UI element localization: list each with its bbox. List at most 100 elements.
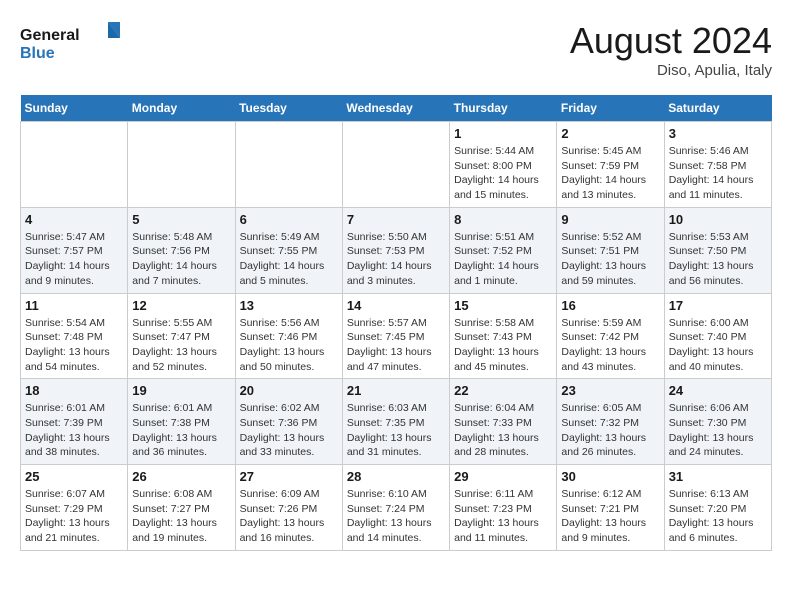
weekday-header-friday: Friday <box>557 95 664 122</box>
page-header: General Blue August 2024 Diso, Apulia, I… <box>20 20 772 79</box>
calendar-week-row: 18 Sunrise: 6:01 AMSunset: 7:39 PMDayligh… <box>21 379 772 465</box>
calendar-cell: 24 Sunrise: 6:06 AMSunset: 7:30 PMDayligh… <box>664 379 771 465</box>
weekday-header-monday: Monday <box>128 95 235 122</box>
day-info: Sunrise: 5:58 AMSunset: 7:43 PMDaylight:… <box>454 316 552 375</box>
day-number: 6 <box>240 212 338 227</box>
svg-text:Blue: Blue <box>20 45 55 62</box>
calendar-cell: 23 Sunrise: 6:05 AMSunset: 7:32 PMDayligh… <box>557 379 664 465</box>
day-info: Sunrise: 6:08 AMSunset: 7:27 PMDaylight:… <box>132 487 230 546</box>
day-number: 13 <box>240 298 338 313</box>
day-info: Sunrise: 6:01 AMSunset: 7:38 PMDaylight:… <box>132 401 230 460</box>
day-info: Sunrise: 6:13 AMSunset: 7:20 PMDaylight:… <box>669 487 767 546</box>
calendar-cell: 18 Sunrise: 6:01 AMSunset: 7:39 PMDayligh… <box>21 379 128 465</box>
calendar-cell: 10 Sunrise: 5:53 AMSunset: 7:50 PMDayligh… <box>664 207 771 293</box>
calendar-cell: 25 Sunrise: 6:07 AMSunset: 7:29 PMDayligh… <box>21 465 128 551</box>
day-number: 23 <box>561 383 659 398</box>
day-info: Sunrise: 6:00 AMSunset: 7:40 PMDaylight:… <box>669 316 767 375</box>
calendar-week-row: 4 Sunrise: 5:47 AMSunset: 7:57 PMDaylight… <box>21 207 772 293</box>
day-number: 9 <box>561 212 659 227</box>
day-number: 30 <box>561 469 659 484</box>
day-number: 19 <box>132 383 230 398</box>
day-info: Sunrise: 5:57 AMSunset: 7:45 PMDaylight:… <box>347 316 445 375</box>
weekday-header-tuesday: Tuesday <box>235 95 342 122</box>
day-info: Sunrise: 6:05 AMSunset: 7:32 PMDaylight:… <box>561 401 659 460</box>
day-number: 2 <box>561 126 659 141</box>
calendar-cell: 20Sunrise: 6:02 AMSunset: 7:36 PMDayligh… <box>235 379 342 465</box>
day-number: 3 <box>669 126 767 141</box>
calendar-cell: 28 Sunrise: 6:10 AMSunset: 7:24 PMDayligh… <box>342 465 449 551</box>
calendar-cell <box>128 122 235 208</box>
day-info: Sunrise: 5:53 AMSunset: 7:50 PMDaylight:… <box>669 230 767 289</box>
day-number: 1 <box>454 126 552 141</box>
day-number: 31 <box>669 469 767 484</box>
day-number: 16 <box>561 298 659 313</box>
day-number: 26 <box>132 469 230 484</box>
calendar-cell: 9 Sunrise: 5:52 AMSunset: 7:51 PMDaylight… <box>557 207 664 293</box>
calendar-cell: 3 Sunrise: 5:46 AMSunset: 7:58 PMDaylight… <box>664 122 771 208</box>
calendar-cell <box>342 122 449 208</box>
calendar-cell: 27Sunrise: 6:09 AMSunset: 7:26 PMDayligh… <box>235 465 342 551</box>
day-info: Sunrise: 6:06 AMSunset: 7:30 PMDaylight:… <box>669 401 767 460</box>
day-info: Sunrise: 5:46 AMSunset: 7:58 PMDaylight:… <box>669 144 767 203</box>
day-info: Sunrise: 6:11 AMSunset: 7:23 PMDaylight:… <box>454 487 552 546</box>
day-number: 10 <box>669 212 767 227</box>
day-info: Sunrise: 6:04 AMSunset: 7:33 PMDaylight:… <box>454 401 552 460</box>
day-info: Sunrise: 6:07 AMSunset: 7:29 PMDaylight:… <box>25 487 123 546</box>
day-number: 12 <box>132 298 230 313</box>
day-number: 29 <box>454 469 552 484</box>
logo: General Blue <box>20 20 120 70</box>
weekday-header-saturday: Saturday <box>664 95 771 122</box>
day-number: 15 <box>454 298 552 313</box>
weekday-header-row: SundayMondayTuesdayWednesdayThursdayFrid… <box>21 95 772 122</box>
day-info: Sunrise: 5:56 AMSunset: 7:46 PMDaylight:… <box>240 316 338 375</box>
month-year-title: August 2024 <box>570 20 772 62</box>
day-number: 25 <box>25 469 123 484</box>
day-info: Sunrise: 6:12 AMSunset: 7:21 PMDaylight:… <box>561 487 659 546</box>
weekday-header-thursday: Thursday <box>450 95 557 122</box>
day-info: Sunrise: 6:10 AMSunset: 7:24 PMDaylight:… <box>347 487 445 546</box>
calendar-cell <box>21 122 128 208</box>
calendar-cell: 19 Sunrise: 6:01 AMSunset: 7:38 PMDayligh… <box>128 379 235 465</box>
calendar-cell: 6 Sunrise: 5:49 AMSunset: 7:55 PMDaylight… <box>235 207 342 293</box>
calendar-cell: 22 Sunrise: 6:04 AMSunset: 7:33 PMDayligh… <box>450 379 557 465</box>
day-number: 24 <box>669 383 767 398</box>
location-subtitle: Diso, Apulia, Italy <box>570 62 772 79</box>
day-info: Sunrise: 6:01 AMSunset: 7:39 PMDaylight:… <box>25 401 123 460</box>
calendar-cell: 17 Sunrise: 6:00 AMSunset: 7:40 PMDayligh… <box>664 293 771 379</box>
calendar-cell: 16 Sunrise: 5:59 AMSunset: 7:42 PMDayligh… <box>557 293 664 379</box>
calendar-cell: 26 Sunrise: 6:08 AMSunset: 7:27 PMDayligh… <box>128 465 235 551</box>
calendar-cell: 15 Sunrise: 5:58 AMSunset: 7:43 PMDayligh… <box>450 293 557 379</box>
day-number: 28 <box>347 469 445 484</box>
day-info: Sunrise: 5:44 AMSunset: 8:00 PMDaylight:… <box>454 144 552 203</box>
calendar-cell: 14 Sunrise: 5:57 AMSunset: 7:45 PMDayligh… <box>342 293 449 379</box>
logo-svg: General Blue <box>20 20 120 70</box>
day-info: Sunrise: 5:59 AMSunset: 7:42 PMDaylight:… <box>561 316 659 375</box>
calendar-cell: 7Sunrise: 5:50 AMSunset: 7:53 PMDaylight… <box>342 207 449 293</box>
day-info: Sunrise: 5:49 AMSunset: 7:55 PMDaylight:… <box>240 230 338 289</box>
calendar-cell: 8Sunrise: 5:51 AMSunset: 7:52 PMDaylight… <box>450 207 557 293</box>
weekday-header-wednesday: Wednesday <box>342 95 449 122</box>
svg-text:General: General <box>20 27 80 44</box>
calendar-cell: 13 Sunrise: 5:56 AMSunset: 7:46 PMDayligh… <box>235 293 342 379</box>
day-number: 22 <box>454 383 552 398</box>
day-info: Sunrise: 5:48 AMSunset: 7:56 PMDaylight:… <box>132 230 230 289</box>
day-number: 4 <box>25 212 123 227</box>
calendar-cell: 30 Sunrise: 6:12 AMSunset: 7:21 PMDayligh… <box>557 465 664 551</box>
day-number: 18 <box>25 383 123 398</box>
calendar-cell: 1 Sunrise: 5:44 AMSunset: 8:00 PMDaylight… <box>450 122 557 208</box>
calendar-cell: 29 Sunrise: 6:11 AMSunset: 7:23 PMDayligh… <box>450 465 557 551</box>
day-info: Sunrise: 5:51 AMSunset: 7:52 PMDaylight:… <box>454 230 552 289</box>
calendar-cell: 4 Sunrise: 5:47 AMSunset: 7:57 PMDaylight… <box>21 207 128 293</box>
calendar-week-row: 11Sunrise: 5:54 AMSunset: 7:48 PMDayligh… <box>21 293 772 379</box>
day-number: 5 <box>132 212 230 227</box>
day-info: Sunrise: 5:47 AMSunset: 7:57 PMDaylight:… <box>25 230 123 289</box>
day-number: 14 <box>347 298 445 313</box>
day-info: Sunrise: 6:03 AMSunset: 7:35 PMDaylight:… <box>347 401 445 460</box>
calendar-cell: 31 Sunrise: 6:13 AMSunset: 7:20 PMDayligh… <box>664 465 771 551</box>
day-info: Sunrise: 5:52 AMSunset: 7:51 PMDaylight:… <box>561 230 659 289</box>
calendar-week-row: 25 Sunrise: 6:07 AMSunset: 7:29 PMDayligh… <box>21 465 772 551</box>
calendar-cell: 12Sunrise: 5:55 AMSunset: 7:47 PMDayligh… <box>128 293 235 379</box>
day-number: 17 <box>669 298 767 313</box>
day-number: 20 <box>240 383 338 398</box>
calendar-cell: 2Sunrise: 5:45 AMSunset: 7:59 PMDaylight… <box>557 122 664 208</box>
